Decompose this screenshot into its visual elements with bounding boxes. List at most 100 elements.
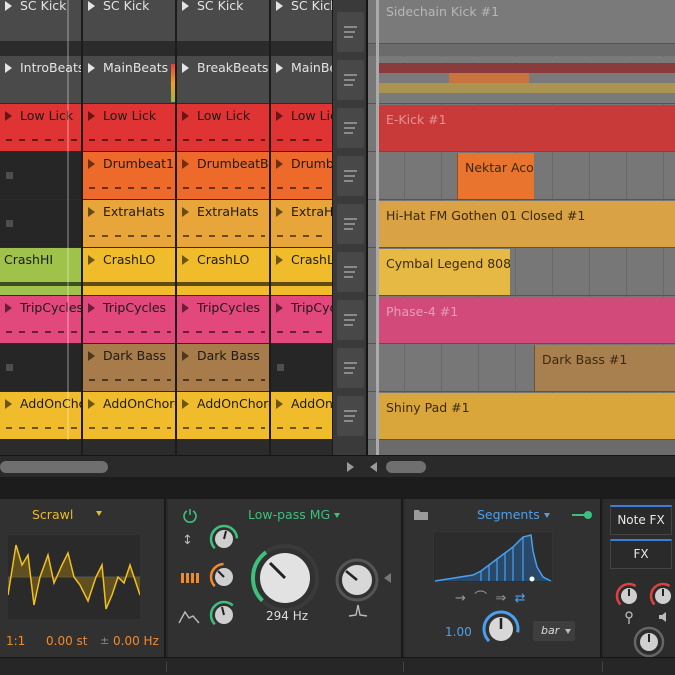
clip-slot[interactable]: AddOnChord <box>83 392 175 439</box>
stop-slot-icon[interactable] <box>6 364 13 371</box>
scrawl-semitones[interactable]: 0.00 st <box>46 634 88 648</box>
envelope-amount-knob[interactable] <box>208 599 240 631</box>
clip-slot[interactable]: SC Kick <box>83 0 175 41</box>
play-clip-icon[interactable] <box>88 399 95 409</box>
arranger-clip[interactable]: Sidechain Kick #1 <box>378 0 675 43</box>
arranger-clip[interactable] <box>378 57 675 103</box>
track-menu-icon[interactable] <box>337 156 364 196</box>
clip-slot[interactable]: BreakBeats <box>177 56 269 103</box>
chevron-down-icon[interactable] <box>96 511 102 516</box>
arranger-clip[interactable]: Cymbal Legend 808 04 <box>378 249 510 295</box>
clip-slot[interactable]: AddOnChord <box>271 392 332 439</box>
scrawl-title[interactable]: Scrawl <box>32 507 73 522</box>
clip-slot[interactable]: CrashLO <box>177 248 269 295</box>
clip-slot[interactable]: AddOnChord <box>177 392 269 439</box>
empty-slot[interactable] <box>271 344 332 391</box>
play-clip-icon[interactable] <box>182 399 189 409</box>
play-clip-icon[interactable] <box>88 159 95 169</box>
clip-slot[interactable]: SC Kick <box>271 0 332 41</box>
play-clip-icon[interactable] <box>182 303 189 313</box>
track-menu-icon[interactable] <box>337 12 364 52</box>
play-clip-icon[interactable] <box>88 351 95 361</box>
clip-slot[interactable]: Drumbeat1 <box>83 152 175 199</box>
cutoff-readout[interactable]: 294 Hz <box>266 609 308 623</box>
clip-slot[interactable]: TripCycles <box>271 296 332 343</box>
scroll-left-icon[interactable] <box>370 462 377 472</box>
play-clip-icon[interactable] <box>182 111 189 121</box>
play-clip-icon[interactable] <box>276 1 283 11</box>
gain-knob[interactable] <box>334 557 380 603</box>
play-clip-icon[interactable] <box>88 255 95 265</box>
play-clip-icon[interactable] <box>182 351 189 361</box>
play-clip-icon[interactable] <box>276 159 283 169</box>
clip-slot[interactable]: CrashLO <box>271 248 332 295</box>
stop-slot-icon[interactable] <box>6 172 13 179</box>
track-menu-icon[interactable] <box>337 60 364 100</box>
play-clip-icon[interactable] <box>182 1 189 11</box>
play-clip-icon[interactable] <box>88 1 95 11</box>
clip-slot[interactable]: TripCycles <box>177 296 269 343</box>
arranger-start-marker[interactable] <box>376 0 379 455</box>
play-clip-icon[interactable] <box>276 207 283 217</box>
play-clip-icon[interactable] <box>182 255 189 265</box>
clip-slot[interactable]: MainBeats <box>83 56 175 103</box>
play-clip-icon[interactable] <box>88 111 95 121</box>
play-clip-icon[interactable] <box>88 207 95 217</box>
play-clip-icon[interactable] <box>182 159 189 169</box>
note-fx-button[interactable]: Note FX <box>610 505 672 535</box>
play-clip-icon[interactable] <box>276 255 283 265</box>
clip-slot[interactable]: CrashLO <box>83 248 175 295</box>
play-clip-icon[interactable] <box>276 399 283 409</box>
keytrack-knob[interactable] <box>208 561 240 593</box>
segments-amount[interactable]: 1.00 <box>445 625 472 639</box>
play-clip-icon[interactable] <box>5 63 12 73</box>
chain-volume-knob[interactable] <box>614 581 644 611</box>
segments-envelope-display[interactable] <box>433 531 553 583</box>
clip-slot[interactable]: MainBeats <box>271 56 332 103</box>
clip-slot[interactable]: ExtraHats <box>177 200 269 247</box>
play-clip-icon[interactable] <box>276 303 283 313</box>
play-clip-icon[interactable] <box>182 63 189 73</box>
play-clip-icon[interactable] <box>5 111 12 121</box>
segments-title[interactable]: Segments <box>477 507 550 522</box>
track-menu-icon[interactable] <box>337 108 364 148</box>
arranger-clip[interactable]: Nektar Acou <box>457 153 534 199</box>
arranger-clip[interactable]: E-Kick #1 <box>378 105 675 151</box>
play-clip-icon[interactable] <box>5 399 12 409</box>
modulator-arrow-icon[interactable] <box>571 509 593 521</box>
play-clip-icon[interactable] <box>88 303 95 313</box>
clip-slot[interactable]: Dark Bass <box>177 344 269 391</box>
arranger-clip[interactable]: Hi-Hat FM Gothen 01 Closed #1 <box>378 201 675 247</box>
clip-slot[interactable]: Dark Bass <box>83 344 175 391</box>
stop-slot-icon[interactable] <box>6 220 13 227</box>
scroll-right-icon[interactable] <box>347 462 354 472</box>
track-menu-icon[interactable] <box>337 396 364 436</box>
play-clip-icon[interactable] <box>182 207 189 217</box>
chain-pan-knob[interactable] <box>648 581 675 611</box>
stop-slot-icon[interactable] <box>277 364 284 371</box>
play-clip-icon[interactable] <box>5 1 12 11</box>
track-menu-icon[interactable] <box>337 252 364 292</box>
cutoff-knob[interactable] <box>250 543 320 613</box>
scrawl-frequency[interactable]: 0.00 Hz <box>113 634 159 648</box>
play-clip-icon[interactable] <box>276 63 283 73</box>
chain-mix-knob[interactable] <box>632 625 666 659</box>
clip-slot[interactable]: Low Lick <box>83 104 175 151</box>
play-clip-icon[interactable] <box>276 111 283 121</box>
scrawl-ratio[interactable]: 1:1 <box>6 634 25 648</box>
segments-amount-knob[interactable] <box>481 609 521 649</box>
fx-button[interactable]: FX <box>610 539 672 569</box>
track-menu-icon[interactable] <box>337 204 364 244</box>
time-mode-select[interactable]: bar <box>533 621 575 641</box>
clip-slot[interactable]: Low Lick <box>177 104 269 151</box>
play-clip-icon[interactable] <box>5 303 12 313</box>
clip-slot[interactable]: Drumbeat <box>271 152 332 199</box>
clip-slot[interactable]: DrumbeatB <box>177 152 269 199</box>
launcher-scroll-thumb[interactable] <box>0 461 108 473</box>
clip-slot[interactable]: TripCycles <box>83 296 175 343</box>
play-clip-icon[interactable] <box>88 63 95 73</box>
clip-slot[interactable]: SC Kick <box>177 0 269 41</box>
arranger-clip[interactable]: Shiny Pad #1 <box>378 393 675 439</box>
track-menu-icon[interactable] <box>337 348 364 388</box>
clip-slot[interactable]: ExtraHats <box>271 200 332 247</box>
